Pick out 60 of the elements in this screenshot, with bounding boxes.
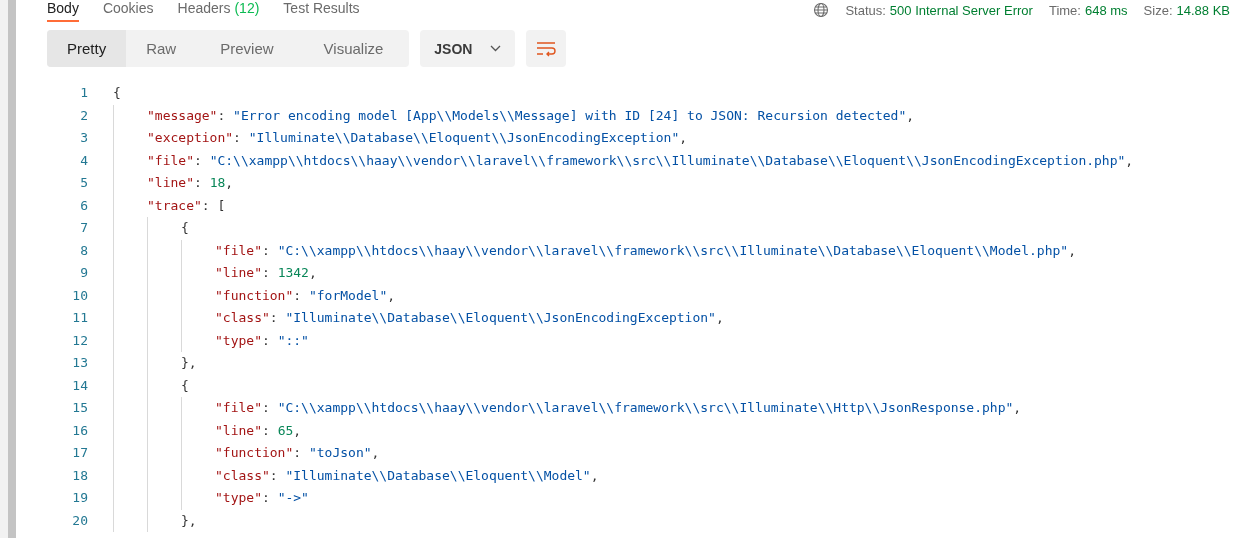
line-number: 11 — [71, 309, 88, 327]
code-line: "trace": [ — [147, 196, 226, 215]
line-number: 6 — [79, 196, 88, 215]
line-number: 5 — [79, 174, 88, 192]
code-line: { — [181, 219, 189, 237]
line-number: 18 — [71, 466, 88, 485]
line-number: 12 — [71, 331, 88, 350]
line-number: 4 — [79, 151, 88, 170]
line-number: 9 — [79, 264, 88, 282]
code-line: { — [181, 376, 189, 395]
code-line: "message": "Error encoding model [App\\Models\\Message] with ID [24] to JSON: Recursion detected", — [147, 106, 915, 125]
wrap-lines-icon — [536, 40, 557, 57]
code-line: "file": "C:\\xampp\\htdocs\\haay\\vendor\\laravel\\framework\\src\\Illuminate\\Database\\Eloquent\\Model.php", — [215, 241, 1076, 260]
line-number: 2 — [79, 106, 88, 125]
code-line: "type": "::" — [215, 331, 309, 350]
scrollbar[interactable] — [8, 0, 16, 538]
view-mode-tab[interactable]: Preview — [196, 30, 298, 67]
chevron-down-icon — [490, 45, 502, 52]
code-line: "function": "forModel", — [215, 286, 396, 305]
line-number: 15 — [71, 399, 88, 417]
code-line: "class": "Illuminate\\Database\\Eloquent\\JsonEncodingException", — [215, 309, 724, 327]
line-number: 3 — [79, 129, 88, 147]
line-number: 19 — [71, 489, 88, 507]
line-number: 10 — [71, 286, 88, 305]
tab[interactable]: Test Results — [283, 0, 360, 22]
status-label: Time: — [1048, 2, 1081, 18]
tab[interactable]: Headers (12) — [177, 0, 260, 22]
globe-icon[interactable] — [813, 2, 830, 18]
code-line: "exception": "Illuminate\\Database\\Eloquent\\JsonEncodingException", — [147, 129, 688, 147]
status-label: Status: — [845, 2, 886, 18]
code-line: "file": "C:\\xampp\\htdocs\\haay\\vendor\\laravel\\framework\\src\\Illuminate\\Database\\Eloquent\\JsonEncodingException.php", — [147, 151, 1134, 170]
line-number: 16 — [71, 421, 88, 440]
line-number: 17 — [71, 444, 88, 462]
code-line: }, — [181, 511, 197, 530]
status-label: Size: — [1143, 2, 1173, 18]
view-mode-tab[interactable]: Pretty — [47, 30, 127, 67]
code-line: "class": "Illuminate\\Database\\Eloquent\\Model", — [215, 466, 599, 485]
code-line: }, — [181, 354, 197, 372]
code-line: "type": "->" — [215, 489, 309, 507]
code-line: "file": "C:\\xampp\\htdocs\\haay\\vendor\\laravel\\framework\\src\\Illuminate\\Http\\JsonResponse.php", — [215, 399, 1022, 417]
tab[interactable]: Body — [47, 0, 79, 22]
line-number: 1 — [79, 84, 88, 102]
code-line: "line": 18, — [147, 174, 234, 192]
line-number: 14 — [71, 376, 88, 395]
line-number: 7 — [79, 219, 88, 237]
line-number: 8 — [79, 241, 88, 260]
status-value: 14.88 KB — [1176, 2, 1230, 18]
line-number: 20 — [71, 511, 88, 530]
code-line: "function": "toJson", — [215, 444, 380, 462]
code-line: { — [113, 84, 121, 102]
wrap-lines-button[interactable] — [526, 30, 567, 67]
format-dropdown[interactable]: JSON — [420, 30, 516, 67]
view-mode-tab[interactable]: Visualize — [297, 30, 410, 67]
view-mode-tab[interactable]: Raw — [126, 30, 197, 67]
tab[interactable]: Cookies — [102, 0, 154, 22]
code-line: "line": 1342, — [215, 264, 317, 282]
status-value: 648 ms — [1084, 2, 1128, 18]
code-line: "line": 65, — [215, 421, 302, 440]
status-value: 500 Internal Server Error — [889, 2, 1033, 18]
line-number: 13 — [71, 354, 88, 372]
